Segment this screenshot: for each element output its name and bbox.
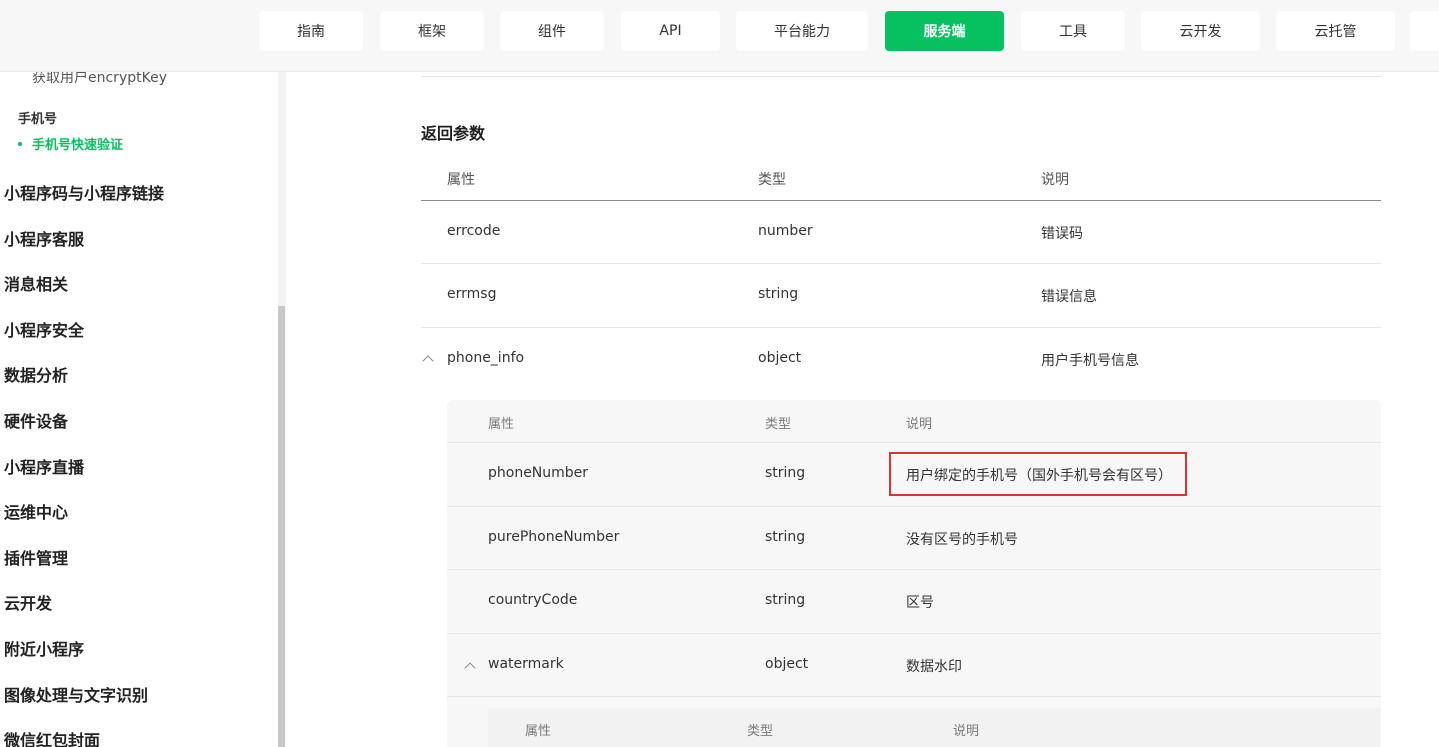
row-divider (421, 263, 1381, 264)
sidebar-sub-item-encryptkey[interactable]: 获取用户encryptKey (32, 72, 167, 87)
row-name: errmsg (447, 286, 497, 302)
nested2-header-attribute: 属性 (525, 724, 552, 739)
top-nav: 指南 框架 组件 API 平台能力 服务端 工具 云开发 云托管 (0, 0, 1439, 72)
nested-header-description: 说明 (906, 417, 933, 432)
nested-row-desc: 区号 (906, 595, 934, 611)
sidebar-item-ops-center[interactable]: 运维中心 (4, 499, 68, 523)
nav-components[interactable]: 组件 (500, 11, 604, 51)
sidebar-item-hardware[interactable]: 硬件设备 (4, 408, 68, 432)
sidebar-item-qrcode-links[interactable]: 小程序码与小程序链接 (4, 180, 164, 204)
sidebar-item-customer-service[interactable]: 小程序客服 (4, 226, 84, 250)
row-type: number (758, 223, 813, 239)
nested-row-divider (447, 569, 1381, 570)
sidebar-item-image-ocr[interactable]: 图像处理与文字识别 (4, 682, 148, 706)
nav-api[interactable]: API (621, 11, 720, 51)
highlight-annotation-box (889, 452, 1187, 496)
row-type: string (758, 286, 799, 302)
sidebar-item-nearby[interactable]: 附近小程序 (4, 636, 84, 660)
nested-row-name: purePhoneNumber (488, 529, 620, 545)
header-description: 说明 (1041, 172, 1069, 188)
nested-row-type: string (765, 592, 806, 608)
nested2-header-type: 类型 (747, 724, 774, 739)
row-desc: 错误信息 (1041, 289, 1097, 305)
sidebar-group-phone: 手机号 (18, 112, 58, 127)
nested-row-type: string (765, 529, 806, 545)
nav-more[interactable] (1410, 11, 1439, 51)
row-desc: 用户手机号信息 (1041, 353, 1139, 369)
nested-header-divider (447, 442, 1381, 443)
sidebar-item-live[interactable]: 小程序直播 (4, 454, 84, 478)
sidebar-item-messages[interactable]: 消息相关 (4, 271, 68, 295)
nested-row-divider (447, 633, 1381, 634)
header-divider (421, 200, 1381, 201)
nested-row-divider (447, 506, 1381, 507)
active-dot-icon (18, 141, 22, 146)
nested-header-attribute: 属性 (488, 417, 515, 432)
nested-row-name: watermark (488, 656, 564, 672)
sidebar-item-cloud-dev[interactable]: 云开发 (4, 590, 52, 614)
nav-cloud-dev[interactable]: 云开发 (1141, 11, 1260, 51)
row-name: phone_info (447, 350, 525, 366)
nested-row-desc: 没有区号的手机号 (906, 532, 1018, 548)
nav-framework[interactable]: 框架 (380, 11, 484, 51)
section-title: 返回参数 (421, 124, 486, 143)
nested-row-name: phoneNumber (488, 465, 589, 481)
row-divider (421, 327, 1381, 328)
sidebar-scrollbar-thumb[interactable] (278, 306, 285, 747)
header-type: 类型 (758, 172, 786, 188)
nav-cloud-hosting[interactable]: 云托管 (1276, 11, 1395, 51)
nested-row-type: object (765, 656, 809, 672)
sidebar-item-security[interactable]: 小程序安全 (4, 317, 84, 341)
sidebar-item-phone-quick-verify[interactable]: 手机号快速验证 (18, 134, 123, 153)
row-type: object (758, 350, 802, 366)
nav-platform-capability[interactable]: 平台能力 (736, 11, 868, 51)
nested-row-divider (447, 696, 1381, 697)
sidebar-item-analytics[interactable]: 数据分析 (4, 362, 68, 386)
header-attribute: 属性 (447, 172, 475, 188)
nav-guide[interactable]: 指南 (259, 11, 363, 51)
nav-server[interactable]: 服务端 (885, 11, 1004, 51)
row-desc: 错误码 (1041, 226, 1083, 242)
row-name: errcode (447, 223, 501, 239)
nested-row-name: countryCode (488, 592, 578, 608)
nested-row-desc: 数据水印 (906, 659, 962, 675)
sidebar-item-label: 手机号快速验证 (32, 138, 124, 153)
nav-tools[interactable]: 工具 (1021, 11, 1125, 51)
sidebar: 获取用户encryptKey 手机号 手机号快速验证 小程序码与小程序链接 小程… (0, 72, 278, 747)
nested2-header-description: 说明 (953, 724, 980, 739)
divider (421, 76, 1381, 77)
sidebar-item-red-packet[interactable]: 微信红包封面 (4, 727, 100, 747)
nested-header-type: 类型 (765, 417, 792, 432)
sidebar-item-plugins[interactable]: 插件管理 (4, 545, 68, 569)
nested-table-level-2 (488, 708, 1381, 747)
collapse-chevron-icon[interactable] (422, 355, 434, 367)
nested-row-type: string (765, 465, 806, 481)
